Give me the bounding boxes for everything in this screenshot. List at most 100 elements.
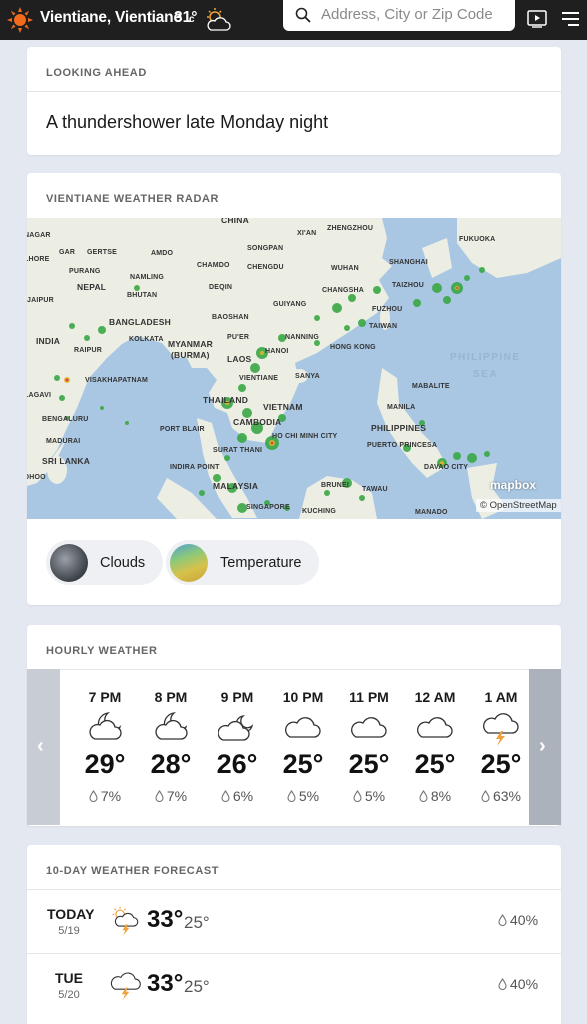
raindrop-icon [155,790,164,803]
moon-partly-cloudy-icon [218,714,254,741]
sun-logo-icon[interactable] [6,6,34,34]
map-label: ZHENGZHOU [327,225,374,232]
map-label: DEQIN [209,284,233,291]
day-high-temperature: 33° [147,970,184,997]
map-label: HONG KONG [330,344,376,351]
search-input[interactable] [321,2,509,26]
raindrop-icon [89,790,98,803]
day-date: 5/20 [58,989,80,1001]
thunder-cloud-icon [110,972,141,1001]
scroll-left-button[interactable]: ‹ [27,669,60,825]
map-label: BAOSHAN [212,314,249,321]
map-label: MANILA [387,404,416,411]
map-label: TAIZHOU [392,282,424,289]
hour-precipitation: 6% [207,788,267,804]
radar-map[interactable]: CHINA ZHENGZHOU XI'AN FUKUOKA NAGAR GAR GERTSE… [27,218,561,519]
moon-cloudy-icon [89,712,122,740]
cloud-icon [351,717,387,738]
map-label: NAGAR [27,232,51,239]
hour-precipitation: 63% [471,788,531,804]
forecast-day-row[interactable]: TODAY 5/19 33° 25° 40% [27,890,561,953]
hour-time: 7 PM [88,689,122,705]
raindrop-icon [498,978,507,991]
map-label: KUCHING [302,508,337,515]
forecast-day-row[interactable]: TUE 5/20 33° 25° 40% [27,953,561,1016]
map-label: MABALITE [412,383,450,390]
map-label: BENGALURU [42,416,89,423]
map-label: MANADO [415,509,448,516]
map-label: PUERTO PRINCESA [367,442,438,449]
hour-temperature: 25° [348,749,390,779]
hour-time: 9 PM [220,689,254,705]
map-label: XI'AN [297,230,317,237]
map-label: DHOO [27,474,46,481]
hourly-title: HOURLY WEATHER [46,645,158,657]
day-precipitation: 40% [498,976,538,992]
day-low-temperature: 25° [184,977,210,996]
temperature-layer-button[interactable]: Temperature [166,540,320,585]
raindrop-icon [353,790,362,803]
chevron-right-icon: › [539,735,546,757]
hour-temperature: 29° [84,749,126,779]
map-label: CHANGSHA [322,287,365,294]
hour-time: 1 AM [484,689,518,705]
looking-ahead-text: A thundershower late Monday night [46,112,329,132]
menu-icon[interactable] [562,11,579,27]
map-label: DAVAO CITY [424,464,469,471]
map-label: NEPAL [77,282,107,292]
hour-precipitation: 7% [141,788,201,804]
hour-precipitation: 7% [75,788,135,804]
temperature-unit[interactable]: c [189,14,195,25]
current-location[interactable]: Vientiane, Vientiane [40,9,182,27]
map-label: CHINA [221,218,249,225]
hour-time: 10 PM [282,689,324,705]
map-label: HO CHI MINH CITY [272,433,338,440]
map-label: GERTSE [87,249,117,256]
map-label: SINGAPORE [246,504,290,511]
map-label: PHILIPPINES [371,423,427,433]
map-label: SONGPAN [247,245,284,252]
mapbox-logo[interactable]: mapbox [490,478,536,492]
map-label: TAWAU [362,486,388,493]
map-label: MALAYSIA [213,481,259,491]
openstreetmap-attribution[interactable]: © OpenStreetMap [476,499,561,512]
map-label: LHORE [27,256,50,263]
raindrop-icon [498,914,507,927]
sea-label: PHILIPPINE [450,352,521,363]
ten-day-forecast-card: 10-DAY WEATHER FORECAST TODAY 5/19 33° 25° 4… [27,845,561,1024]
scroll-right-button[interactable]: › [529,669,561,825]
map-label: (BURMA) [171,350,210,360]
sun-thunder-icon [112,906,139,936]
map-label: SANYA [295,373,320,380]
map-label: SURAT THANI [213,447,263,454]
clouds-layer-label: Clouds [100,554,146,571]
map-label: PURANG [69,268,101,275]
looking-ahead-title: LOOKING AHEAD [46,67,147,79]
search-icon[interactable] [295,7,311,23]
day-name: TODAY [47,906,95,922]
map-label: CAMBODIA [233,417,282,427]
map-label: VIENTIANE [239,375,279,382]
chevron-left-icon: ‹ [37,735,44,757]
search-box[interactable] [283,0,515,31]
video-icon[interactable] [527,10,547,28]
map-label: NANNING [285,334,320,341]
hour-temperature: 28° [150,749,192,779]
map-label: CHAMDO [197,262,230,269]
hour-temperature: 25° [414,749,456,779]
hourly-strip: ‹ 7 PM 29° 7% 8 PM 28° 7% 9 PM 26° 6% 10 PM 25° 5% 1… [27,669,561,826]
map-label: FUZHOU [372,306,403,313]
hour-time: 8 PM [154,689,188,705]
day-name: TUE [55,970,83,986]
clouds-layer-button[interactable]: Clouds [46,540,164,585]
map-label: GUIYANG [273,301,307,308]
temperature-layer-label: Temperature [220,554,302,571]
map-label: LAGAVI [27,392,52,399]
map-label: MADURAI [46,438,81,445]
map-label: LAOS [227,354,252,364]
thunder-cloud-icon [483,713,519,746]
map-label: PORT BLAIR [160,426,205,433]
map-label: CHENGDU [247,264,284,271]
clouds-layer-thumbnail [50,543,88,582]
hour-precipitation: 5% [273,788,333,804]
